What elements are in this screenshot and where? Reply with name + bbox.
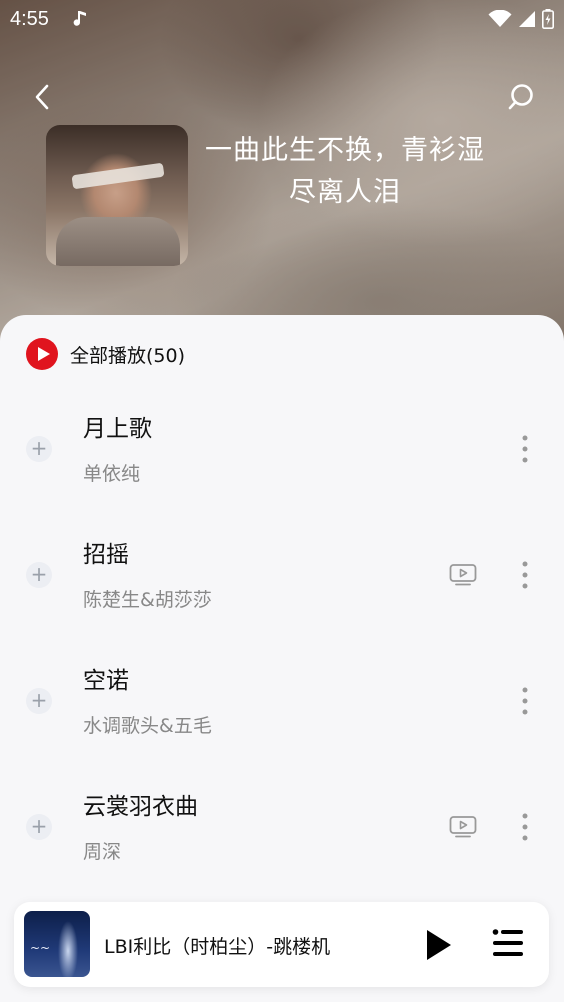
cover-script-decoration: ~~	[30, 941, 51, 955]
add-icon[interactable]: +	[26, 436, 52, 462]
playlist-icon[interactable]	[492, 928, 524, 958]
more-vertical-icon[interactable]	[518, 433, 532, 465]
add-icon[interactable]: +	[26, 688, 52, 714]
song-artist: 陈楚生&胡莎莎	[83, 589, 212, 611]
signal-icon	[519, 11, 535, 27]
song-list-sheet: 全部播放(50) + 月上歌 单依纯 + 招摇 陈楚生&胡莎莎 + 空诺 水调歌…	[0, 315, 564, 1002]
song-artist: 单依纯	[83, 463, 141, 485]
now-playing-cover: ~~	[24, 911, 90, 977]
song-row[interactable]: + 云裳羽衣曲 周深	[0, 769, 564, 895]
play-circle-icon	[26, 338, 58, 370]
song-title: 招摇	[83, 542, 129, 568]
song-artist: 水调歌头&五毛	[83, 715, 212, 737]
play-all-label: 全部播放(50)	[70, 344, 186, 367]
song-title: 月上歌	[83, 416, 152, 442]
search-icon[interactable]	[506, 82, 536, 112]
add-icon[interactable]: +	[26, 562, 52, 588]
status-bar: 4:55	[0, 0, 564, 40]
status-time: 4:55	[10, 8, 49, 30]
back-icon[interactable]	[28, 82, 58, 112]
song-title: 云裳羽衣曲	[83, 794, 198, 820]
playlist-title: 一曲此生不换，青衫湿尽离人泪	[205, 135, 485, 208]
mini-player[interactable]: ~~ LBI利比（时柏尘）-跳楼机	[14, 902, 549, 987]
cover-figure-headband	[71, 162, 165, 190]
now-playing-title: LBI利比（时柏尘）-跳楼机	[104, 936, 331, 958]
song-row[interactable]: + 空诺 水调歌头&五毛	[0, 643, 564, 769]
song-title: 空诺	[83, 668, 129, 694]
more-vertical-icon[interactable]	[518, 685, 532, 717]
playlist-cover	[46, 125, 188, 266]
song-artist: 周深	[83, 841, 122, 863]
wifi-icon	[488, 10, 512, 27]
more-vertical-icon[interactable]	[518, 811, 532, 843]
video-icon[interactable]	[449, 815, 477, 839]
video-icon[interactable]	[449, 563, 477, 587]
music-note-icon	[73, 11, 86, 26]
play-icon[interactable]	[424, 927, 454, 963]
add-icon[interactable]: +	[26, 814, 52, 840]
more-vertical-icon[interactable]	[518, 559, 532, 591]
cover-figure-cloth	[56, 217, 180, 266]
song-row[interactable]: + 招摇 陈楚生&胡莎莎	[0, 517, 564, 643]
battery-icon	[542, 9, 554, 29]
song-row[interactable]: + 月上歌 单依纯	[0, 391, 564, 517]
play-all-button[interactable]: 全部播放(50)	[26, 337, 185, 371]
